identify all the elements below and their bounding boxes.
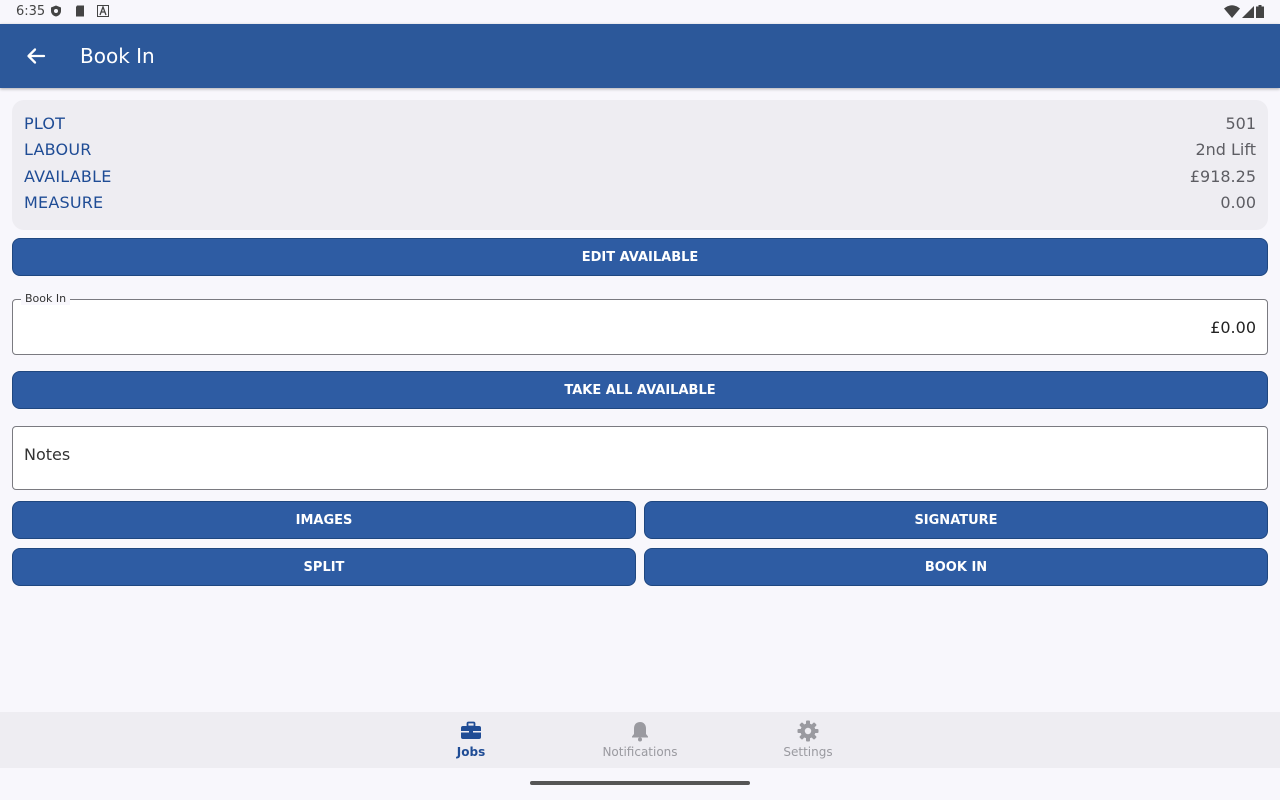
bell-icon xyxy=(632,722,648,742)
info-label: PLOT xyxy=(24,114,66,133)
app-bar: Book In xyxy=(0,24,1280,88)
bottom-nav: Jobs Notifications Settings xyxy=(0,712,1280,768)
status-indicators xyxy=(1224,5,1264,18)
status-bar: 6:35 xyxy=(0,0,1280,24)
nav-label: Settings xyxy=(783,745,833,759)
info-value: 2nd Lift xyxy=(1195,140,1256,159)
info-row-measure: MEASURE 0.00 xyxy=(24,191,1256,215)
notes-placeholder: Notes xyxy=(24,445,71,464)
sd-card-icon xyxy=(76,5,84,17)
nav-item-notifications[interactable]: Notifications xyxy=(580,712,700,768)
book-in-field-value: £0.00 xyxy=(1210,318,1256,337)
split-button[interactable]: SPLIT xyxy=(12,548,636,586)
info-card: PLOT 501 LABOUR 2nd Lift AVAILABLE £918.… xyxy=(12,100,1268,230)
take-all-available-button[interactable]: TAKE ALL AVAILABLE xyxy=(12,371,1268,409)
nav-label: Notifications xyxy=(602,745,678,759)
notes-field[interactable]: Notes xyxy=(12,426,1268,490)
info-label: LABOUR xyxy=(24,140,92,159)
status-time: 6:35 xyxy=(16,4,46,19)
font-icon xyxy=(97,5,109,17)
shield-icon xyxy=(51,5,61,17)
book-in-button[interactable]: BOOK IN xyxy=(644,548,1268,586)
gesture-bar[interactable] xyxy=(530,781,750,785)
gear-icon xyxy=(797,720,819,742)
nav-item-jobs[interactable]: Jobs xyxy=(411,712,531,768)
info-value: 0.00 xyxy=(1220,193,1256,212)
nav-item-settings[interactable]: Settings xyxy=(748,712,868,768)
signature-button[interactable]: SIGNATURE xyxy=(644,501,1268,539)
back-arrow-icon[interactable] xyxy=(20,40,52,72)
images-button[interactable]: IMAGES xyxy=(12,501,636,539)
info-label: MEASURE xyxy=(24,193,104,212)
signal-icon xyxy=(1242,5,1254,18)
edit-available-button[interactable]: EDIT AVAILABLE xyxy=(12,238,1268,276)
nav-label: Jobs xyxy=(456,745,486,759)
book-in-field[interactable]: Book In £0.00 xyxy=(12,292,1268,355)
info-row-available: AVAILABLE £918.25 xyxy=(24,165,1256,189)
briefcase-icon xyxy=(461,721,481,739)
info-value: 501 xyxy=(1225,114,1256,133)
info-row-plot: PLOT 501 xyxy=(24,112,1256,136)
book-in-field-label: Book In xyxy=(21,292,71,305)
wifi-icon xyxy=(1224,5,1240,18)
info-value: £918.25 xyxy=(1189,167,1256,186)
page-title: Book In xyxy=(80,44,155,68)
info-label: AVAILABLE xyxy=(24,167,112,186)
battery-icon xyxy=(1256,5,1264,18)
info-row-labour: LABOUR 2nd Lift xyxy=(24,138,1256,162)
